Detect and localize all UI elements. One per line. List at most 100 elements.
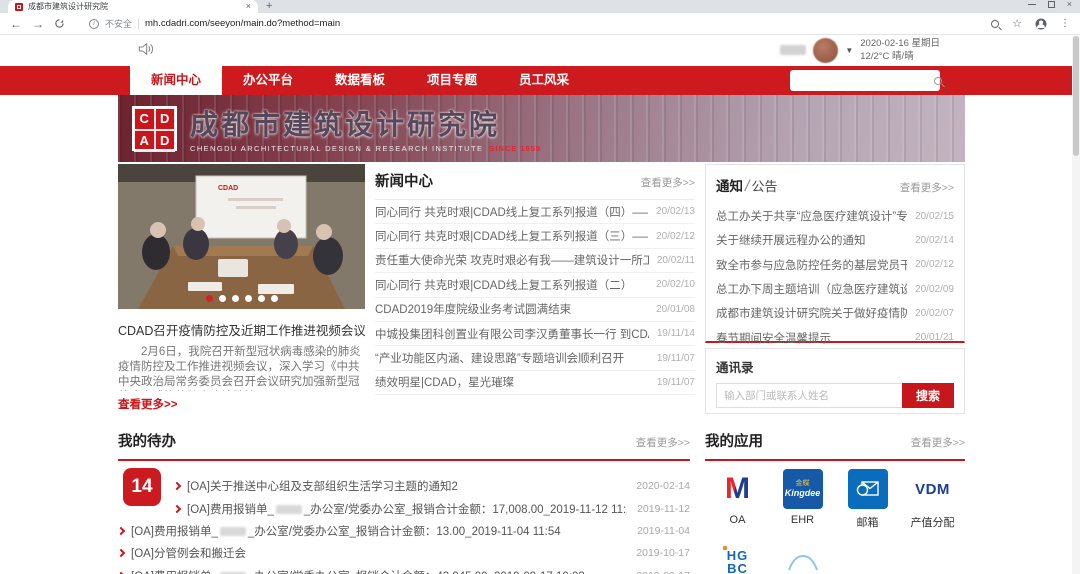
notice-item[interactable]: 总工办下周主题培训（应急医疗建筑设计）...20/02/09 [716, 277, 954, 301]
user-menu-caret-icon[interactable]: ▼ [845, 46, 853, 55]
kingdee-text: 金蝶 [796, 479, 810, 488]
notice-item-title: 成都市建筑设计研究院关于做好疫情防控工... [716, 305, 907, 321]
notice-item[interactable]: 总工办关于共享“应急医疗建筑设计”专项系...20/02/15 [716, 204, 954, 228]
chevron-right-icon [117, 549, 125, 557]
todo-item[interactable]: [OA]分管例会和搬迁会2019-10-17 [118, 542, 690, 564]
carousel-more-link[interactable]: 查看更多>> [118, 396, 365, 412]
news-item-title: CDAD2019年度院级业务考试圆满结束 [375, 301, 648, 317]
news-item-date: 20/01/08 [656, 304, 695, 315]
app-label: 邮箱 [835, 514, 900, 530]
info-icon[interactable]: i [89, 19, 99, 29]
logo-letter: D [155, 130, 176, 152]
todo-item-text: [OA]关于推送中心组及支部组织生活学习主题的通知2 [187, 478, 626, 494]
todo-item[interactable]: [OA]关于推送中心组及支部组织生活学习主题的通知22020-02-14 [118, 475, 690, 497]
app-oa-m[interactable]: MOA [705, 469, 770, 530]
weather-text: 12/2°C 晴/晴 [860, 50, 940, 63]
app-cloud[interactable] [770, 542, 835, 574]
notice-item[interactable]: 致全市参与应急防控任务的基层党员干部和...20/02/12 [716, 253, 954, 277]
news-item[interactable]: “产业功能区内涵、建设思路”专题培训会顺利召开19/11/07 [375, 346, 695, 370]
carousel-dot-4[interactable] [245, 295, 252, 302]
todo-item-date: 2019-09-17 [636, 570, 690, 574]
address-field[interactable]: i 不安全 mh.cdadri.com/seeyon/main.do?metho… [75, 17, 981, 30]
institute-banner: C D A D 成都市建筑设计研究院 CHENGDU ARCHITECTURAL… [118, 95, 965, 162]
outlook-icon [848, 469, 888, 509]
logo-letter: C [134, 108, 155, 130]
window-maximize-icon[interactable] [1048, 1, 1055, 8]
back-icon[interactable]: ← [10, 17, 22, 31]
profile-icon[interactable] [1035, 18, 1047, 30]
carousel-dot-1[interactable] [206, 295, 213, 302]
scrollbar-thumb[interactable] [1073, 36, 1079, 156]
app-vdm[interactable]: VDM 产值分配 [900, 469, 965, 530]
site-search-input[interactable] [790, 75, 934, 86]
news-item[interactable]: 责任重大使命光荣 攻克时艰必有我——建筑设计一所工程师母云...20/02/11 [375, 249, 695, 273]
nav-item-2[interactable]: 办公平台 [222, 66, 314, 95]
notices-section: 通知/公告 查看更多>> 总工办关于共享“应急医疗建筑设计”专项系...20/0… [705, 164, 965, 343]
carousel-dot-6[interactable] [271, 295, 278, 302]
reload-icon[interactable] [54, 18, 65, 29]
carousel-dot-3[interactable] [232, 295, 239, 302]
app-kingdee[interactable]: 金蝶KingdeeEHR [770, 469, 835, 530]
todo-item-text: [OA]费用报销单__办公室/党委办公室_报销合计金额：17,008.00_20… [187, 501, 627, 517]
news-item[interactable]: CDAD2019年度院级业务考试圆满结束 20/01/08 [375, 298, 695, 322]
carousel-caption-title[interactable]: CDAD召开疫情防控及近期工作推进视频会议 [118, 320, 365, 339]
nav-item-4[interactable]: 项目专题 [406, 66, 498, 95]
todo-item[interactable]: [OA]费用报销单__办公室/党委办公室_报销合计金额：17,008.00_20… [118, 497, 690, 519]
news-item[interactable]: 绩效明星|CDAD，星光璀璨19/11/07 [375, 371, 695, 395]
meeting-photo-illustration: CDAD [118, 164, 365, 309]
site-search-box[interactable] [790, 70, 940, 91]
news-item[interactable]: 同心同行 共克时艰|CDAD线上复工系列报道（二）20/02/10 [375, 273, 695, 297]
nav-item-3[interactable]: 数据看板 [314, 66, 406, 95]
todo-item[interactable]: [OA]费用报销单__办公室/党委办公室_报销合计金额：43,945.00_20… [118, 565, 690, 574]
nav-item-1[interactable]: 新闻中心 [130, 66, 222, 95]
cloud-icon [783, 542, 823, 574]
notices-title-main: 通知 [716, 179, 743, 194]
vdm-text: VDM [915, 481, 950, 498]
main-nav: 新闻中心办公平台数据看板项目专题员工风采 [130, 66, 590, 95]
contacts-search-input[interactable] [716, 383, 902, 408]
forward-icon[interactable]: → [32, 17, 44, 31]
todo-more-link[interactable]: 查看更多>> [636, 435, 690, 450]
news-item[interactable]: 同心同行 共克时艰|CDAD线上复工系列报道（三）——抗击疫情...20/02/… [375, 224, 695, 248]
browser-tab[interactable]: 成都市建筑设计研究院 × [8, 0, 258, 13]
window-close-icon[interactable]: × [1067, 1, 1072, 8]
announcement-speaker-icon[interactable] [138, 42, 154, 56]
carousel-photo[interactable]: CDAD [118, 164, 365, 309]
carousel-dot-5[interactable] [258, 295, 265, 302]
nav-item-5[interactable]: 员工风采 [498, 66, 590, 95]
todo-item[interactable]: [OA]费用报销单__办公室/党委办公室_报销合计金额：13.00_2019-1… [118, 520, 690, 542]
browser-url-bar: ← → i 不安全 mh.cdadri.com/seeyon/main.do?m… [0, 13, 1080, 35]
contacts-search-button[interactable]: 搜索 [902, 383, 954, 408]
window-minimize-icon[interactable] [1028, 4, 1036, 5]
contacts-title: 通讯录 [716, 357, 954, 376]
carousel-caption-text: 2月6日，我院召开新型冠状病毒感染的肺炎疫情防控及工作推进视频会议，深入学习《中… [118, 345, 365, 391]
bookmark-star-icon[interactable]: ☆ [1012, 17, 1022, 30]
app-hgbc[interactable]: HGBC [705, 542, 770, 574]
user-avatar[interactable] [813, 38, 838, 63]
news-item[interactable]: 同心同行 共克时艰|CDAD线上复工系列报道（四）——总工办有...20/02/… [375, 200, 695, 224]
news-item[interactable]: 中城投集团科创置业有限公司李汉勇董事长一行 到CDAD调研交流19/11/14 [375, 322, 695, 346]
notice-item[interactable]: 关于继续开展远程办公的通知20/02/14 [716, 228, 954, 252]
news-center-section: 新闻中心 查看更多>> 同心同行 共克时艰|CDAD线上复工系列报道（四）——总… [375, 164, 695, 395]
page-scrollbar[interactable] [1072, 36, 1080, 574]
notices-more-link[interactable]: 查看更多>> [900, 180, 954, 195]
news-item-date: 19/11/07 [657, 377, 695, 388]
todo-item-text: [OA]费用报销单__办公室/党委办公室_报销合计金额：13.00_2019-1… [131, 523, 627, 539]
chevron-right-icon [117, 527, 125, 535]
notice-item[interactable]: 成都市建筑设计研究院关于做好疫情防控工...20/02/07 [716, 301, 954, 325]
app-outlook[interactable]: 邮箱 [835, 469, 900, 530]
notice-item-date: 20/01/21 [915, 332, 954, 343]
browser-menu-icon[interactable]: ⋮ [1060, 18, 1070, 29]
new-tab-button[interactable]: + [266, 0, 272, 12]
news-more-link[interactable]: 查看更多>> [641, 175, 695, 190]
app-label: 产值分配 [900, 514, 965, 530]
security-label: 不安全 [105, 17, 132, 30]
zoom-icon[interactable] [991, 20, 999, 28]
cdad-logo: C D A D [132, 106, 177, 151]
carousel-dot-2[interactable] [219, 295, 226, 302]
notice-item[interactable]: 春节期间安全温馨提示20/01/21 [716, 325, 954, 349]
tab-close-icon[interactable]: × [246, 2, 251, 11]
notices-list: 总工办关于共享“应急医疗建筑设计”专项系...20/02/15关于继续开展远程办… [716, 204, 954, 350]
apps-more-link[interactable]: 查看更多>> [911, 435, 965, 450]
search-icon[interactable] [934, 77, 942, 85]
